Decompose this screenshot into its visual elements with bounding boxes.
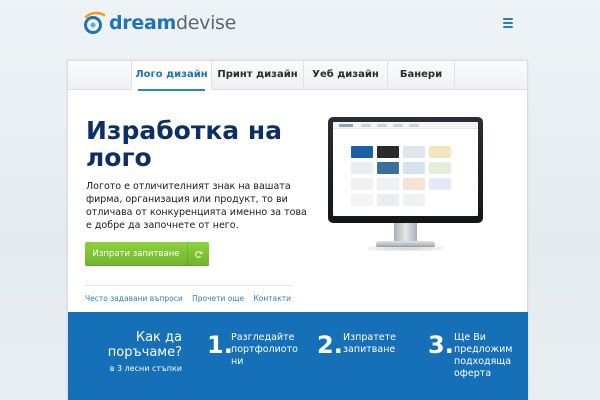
step-2-number: 2.	[317, 331, 343, 359]
links-divider	[85, 285, 292, 286]
screen-tile	[351, 146, 373, 158]
screen-tile	[351, 194, 373, 206]
tab-web-design[interactable]: Уеб дизайн	[303, 61, 387, 90]
screen-nav-bar	[333, 122, 478, 129]
refresh-icon	[188, 242, 209, 266]
screen-tile	[377, 146, 399, 158]
hero-title: Изработка на лого	[86, 116, 283, 172]
screen-tile	[429, 146, 451, 158]
logo-text-dream: dream	[109, 11, 176, 34]
dreamdevise-logo[interactable]: dreamdevise	[82, 10, 236, 36]
footer-links: Често задавани въпроси Прочети още Конта…	[85, 294, 298, 303]
hamburger-icon[interactable]	[500, 16, 516, 30]
screen-tile	[403, 146, 425, 158]
logo-text-devise: devise	[175, 11, 237, 34]
how-to-order-subheading: в 3 лесни стъпки	[109, 364, 182, 373]
screen-tile	[403, 178, 425, 190]
link-contacts[interactable]: Контакти	[253, 294, 291, 303]
screen-tile	[403, 162, 425, 174]
step-3-text: Ще Ви предложим подходяща оферта	[454, 332, 513, 379]
monitor-frame	[328, 117, 483, 223]
step-2-text[interactable]: Изпратете запитване	[343, 332, 413, 356]
link-faq[interactable]: Често задавани въпроси	[85, 294, 183, 303]
screen-tile	[377, 162, 399, 174]
send-inquiry-button[interactable]: Изпрати запитване	[85, 242, 209, 266]
how-to-order-heading: Как да поръчаме?	[107, 330, 182, 360]
step-1-text[interactable]: Разгледайте портфолиото ни	[231, 332, 307, 368]
screen-tile	[429, 178, 451, 190]
monitor-stand	[394, 223, 417, 243]
screen-tile	[351, 178, 373, 190]
screen-tile	[377, 194, 399, 206]
hero-description: Логото е отличителният знак на вашата фи…	[86, 181, 307, 231]
portfolio-monitor-image	[328, 117, 483, 251]
tab-print-design[interactable]: Принт дизайн	[211, 61, 303, 90]
logo-swirl-icon	[84, 11, 106, 34]
logo-text: dreamdevise	[109, 11, 237, 34]
tab-banners[interactable]: Банери	[387, 61, 455, 90]
screen-tile	[351, 162, 373, 174]
site-header: dreamdevise	[0, 0, 600, 46]
step-1-number: 1.	[207, 331, 233, 359]
screen-tile	[377, 178, 399, 190]
how-to-order-band: Как да поръчаме? в 3 лесни стъпки 1. Раз…	[68, 312, 528, 400]
monitor-shadow	[368, 246, 443, 251]
step-3-number: 3.	[428, 331, 454, 359]
monitor-screen	[333, 122, 478, 216]
service-tabs: Лого дизайн Принт дизайн Уеб дизайн Бане…	[68, 61, 527, 91]
send-inquiry-label: Изпрати запитване	[92, 249, 180, 259]
screen-tile	[403, 194, 425, 206]
tab-logo-design[interactable]: Лого дизайн	[131, 61, 211, 91]
screen-tile	[429, 162, 451, 174]
link-read-more[interactable]: Прочети още	[192, 294, 244, 303]
